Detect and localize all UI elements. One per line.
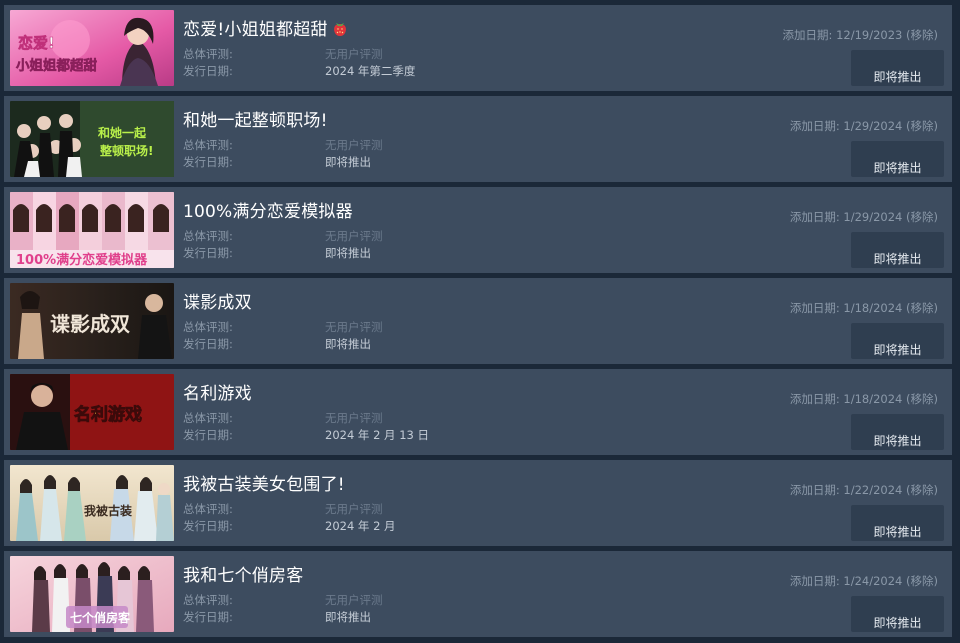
- thumb-caption-line1: 恋爱!: [18, 34, 55, 52]
- game-capsule-image[interactable]: 100%满分恋爱模拟器: [10, 192, 174, 268]
- wishlist-row: 谍影成双 谍影成双 总体评测: 无用户评测 发行日期: 即将推出 添加日期: 1…: [4, 278, 952, 364]
- review-label: 总体评测:: [183, 320, 233, 334]
- coming-soon-button[interactable]: 即将推出: [851, 414, 944, 450]
- wishlist-row: 和她一起 整顿职场! 和她一起整顿职场! 总体评测: 无用户评测 发行日期: 即…: [4, 96, 952, 182]
- game-title[interactable]: 谍影成双: [183, 288, 252, 313]
- game-title[interactable]: 我被古装美女包围了!: [183, 470, 345, 495]
- review-label: 总体评测:: [183, 411, 233, 425]
- game-title[interactable]: 名利游戏: [183, 379, 252, 404]
- coming-soon-button[interactable]: 即将推出: [851, 596, 944, 632]
- review-value: 无用户评测: [325, 593, 383, 607]
- release-value: 2024 年 2 月 13 日: [325, 428, 429, 442]
- thumb-caption-line2: 小姐姐都超甜: [16, 57, 97, 74]
- strawberry-icon: [331, 20, 349, 38]
- game-title[interactable]: 恋爱!小姐姐都超甜: [183, 15, 349, 40]
- game-title[interactable]: 和她一起整顿职场!: [183, 106, 328, 131]
- review-label: 总体评测:: [183, 229, 233, 243]
- release-label: 发行日期:: [183, 428, 233, 442]
- added-date: 添加日期: 1/22/2024 (移除): [789, 483, 938, 497]
- game-capsule-image[interactable]: 恋爱! 小姐姐都超甜: [10, 10, 174, 86]
- review-value: 无用户评测: [325, 411, 383, 425]
- release-label: 发行日期:: [183, 337, 233, 351]
- review-value: 无用户评测: [325, 320, 383, 334]
- remove-link[interactable]: (移除): [906, 119, 938, 133]
- thumb-caption: 七个俏房客: [70, 610, 131, 625]
- review-label: 总体评测:: [183, 593, 233, 607]
- game-capsule-image[interactable]: 七个俏房客: [10, 556, 174, 632]
- added-date: 添加日期: 1/18/2024 (移除): [789, 392, 938, 406]
- wishlist: 恋爱! 小姐姐都超甜 恋爱!小姐姐都超甜 总体评测: 无用户评测 发行日期: 2…: [0, 0, 960, 643]
- release-label: 发行日期:: [183, 155, 233, 169]
- game-capsule-image[interactable]: 谍影成双: [10, 283, 174, 359]
- thumb-caption-line2: 整顿职场!: [99, 143, 153, 158]
- review-value: 无用户评测: [325, 47, 383, 61]
- coming-soon-button[interactable]: 即将推出: [851, 141, 944, 177]
- review-label: 总体评测:: [183, 138, 233, 152]
- game-title[interactable]: 我和七个俏房客: [183, 561, 303, 586]
- added-date: 添加日期: 1/24/2024 (移除): [789, 574, 938, 588]
- review-label: 总体评测:: [183, 502, 233, 516]
- review-label: 总体评测:: [183, 47, 233, 61]
- release-label: 发行日期:: [183, 610, 233, 624]
- thumb-caption-line1: 和她一起: [97, 125, 147, 140]
- game-capsule-image[interactable]: 我被古装: [10, 465, 174, 541]
- release-value: 2024 年第二季度: [325, 64, 416, 78]
- wishlist-row: 100%满分恋爱模拟器 100%满分恋爱模拟器 总体评测: 无用户评测 发行日期…: [4, 187, 952, 273]
- game-capsule-image[interactable]: 名利游戏: [10, 374, 174, 450]
- added-date: 添加日期: 1/29/2024 (移除): [789, 119, 938, 133]
- coming-soon-button[interactable]: 即将推出: [851, 505, 944, 541]
- release-value: 即将推出: [325, 610, 371, 624]
- game-capsule-image[interactable]: 和她一起 整顿职场!: [10, 101, 174, 177]
- thumb-caption: 我被古装: [84, 503, 132, 518]
- remove-link[interactable]: (移除): [906, 483, 938, 497]
- remove-link[interactable]: (移除): [906, 301, 938, 315]
- review-value: 无用户评测: [325, 229, 383, 243]
- thumb-caption: 100%满分恋爱模拟器: [16, 252, 148, 268]
- release-label: 发行日期:: [183, 64, 233, 78]
- wishlist-row: 名利游戏 名利游戏 总体评测: 无用户评测 发行日期: 2024 年 2 月 1…: [4, 369, 952, 455]
- wishlist-row: 我被古装 我被古装美女包围了! 总体评测: 无用户评测 发行日期: 2024 年…: [4, 460, 952, 546]
- wishlist-row: 恋爱! 小姐姐都超甜 恋爱!小姐姐都超甜 总体评测: 无用户评测 发行日期: 2…: [4, 5, 952, 91]
- review-value: 无用户评测: [325, 502, 383, 516]
- release-label: 发行日期:: [183, 246, 233, 260]
- game-title[interactable]: 100%满分恋爱模拟器: [183, 197, 353, 222]
- thumb-caption: 谍影成双: [50, 312, 130, 336]
- remove-link[interactable]: (移除): [906, 28, 938, 42]
- release-value: 即将推出: [325, 155, 371, 169]
- coming-soon-button[interactable]: 即将推出: [851, 50, 944, 86]
- added-date: 添加日期: 1/18/2024 (移除): [789, 301, 938, 315]
- added-date: 添加日期: 12/19/2023 (移除): [782, 28, 938, 42]
- remove-link[interactable]: (移除): [906, 210, 938, 224]
- release-value: 即将推出: [325, 337, 371, 351]
- coming-soon-button[interactable]: 即将推出: [851, 323, 944, 359]
- review-value: 无用户评测: [325, 138, 383, 152]
- added-date: 添加日期: 1/29/2024 (移除): [789, 210, 938, 224]
- wishlist-row: 七个俏房客 我和七个俏房客 总体评测: 无用户评测 发行日期: 即将推出 添加日…: [4, 551, 952, 637]
- thumb-caption: 名利游戏: [74, 404, 142, 425]
- coming-soon-button[interactable]: 即将推出: [851, 232, 944, 268]
- remove-link[interactable]: (移除): [906, 392, 938, 406]
- release-label: 发行日期:: [183, 519, 233, 533]
- release-value: 2024 年 2 月: [325, 519, 396, 533]
- release-value: 即将推出: [325, 246, 371, 260]
- remove-link[interactable]: (移除): [906, 574, 938, 588]
